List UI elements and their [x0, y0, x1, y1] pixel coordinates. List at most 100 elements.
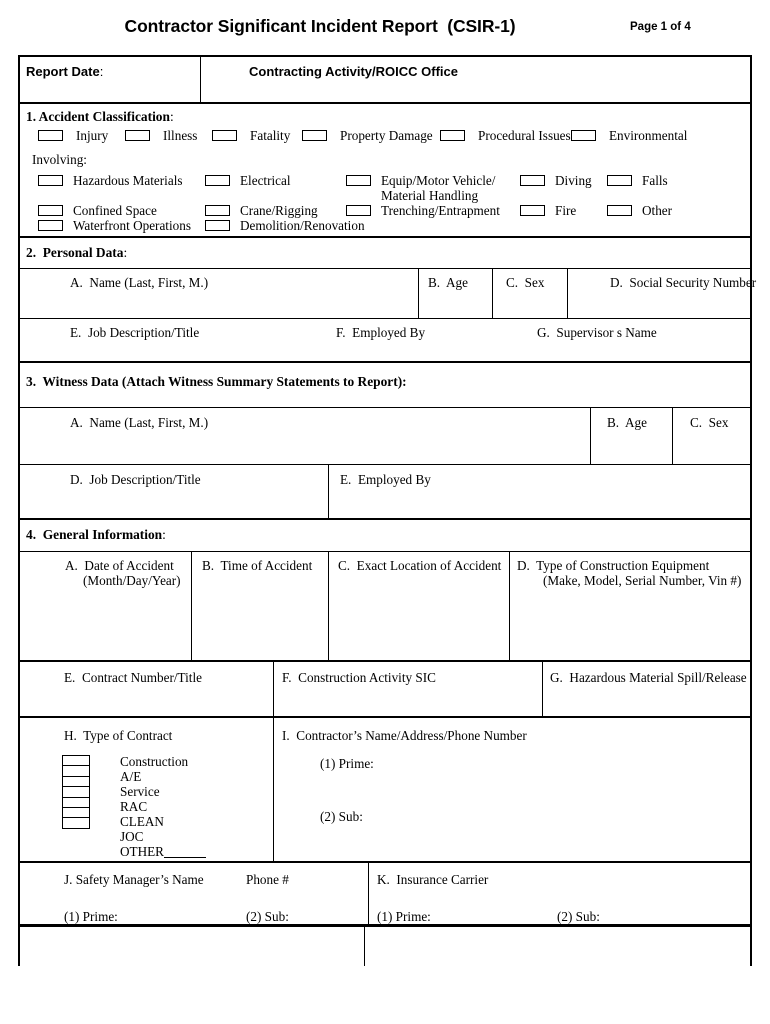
- checkbox-procedural-issues[interactable]: [440, 130, 465, 141]
- checkbox-label-property-damage: Property Damage: [340, 128, 433, 143]
- field-label-name: A. Name (Last, First, M.): [70, 275, 209, 290]
- field-label-safety-prime: (1) Prime:: [64, 909, 118, 924]
- contract-type-label-other: OTHER: [120, 844, 206, 859]
- field-label-sex: C. Sex: [506, 275, 545, 290]
- checkbox-injury[interactable]: [38, 130, 63, 141]
- section-3-row-2: D. Job Description/Title E. Employed By: [20, 465, 750, 520]
- checkbox-other-involving[interactable]: [607, 205, 632, 216]
- checkbox-fire[interactable]: [520, 205, 545, 216]
- contract-type-label-joc: JOC: [120, 829, 144, 844]
- checkbox-property-damage[interactable]: [302, 130, 327, 141]
- field-label-type-of-contract: H. Type of Contract: [64, 728, 173, 743]
- field-label-safety-manager-phone: Phone #: [246, 872, 289, 887]
- checkbox-label-fatality: Fatality: [250, 128, 291, 143]
- checkbox-confined-space[interactable]: [38, 205, 63, 216]
- section-3-header-row: 3. Witness Data (Attach Witness Summary …: [20, 363, 750, 408]
- column-divider: [418, 269, 419, 318]
- section-4-row-a: A. Date of Accident (Month/Day/Year) B. …: [20, 552, 750, 662]
- column-divider: [492, 269, 493, 318]
- field-label-date-format: (Month/Day/Year): [83, 573, 181, 588]
- column-divider: [200, 57, 201, 102]
- checkbox-demolition-renovation[interactable]: [205, 220, 230, 231]
- checkbox-label-confined-space: Confined Space: [73, 203, 157, 218]
- checkbox-label-electrical: Electrical: [240, 173, 291, 188]
- section-2-row-1: A. Name (Last, First, M.) B. Age C. Sex …: [20, 269, 756, 319]
- field-label-contract-number: E. Contract Number/Title: [64, 670, 202, 685]
- section-4-title: 4. General Information:: [26, 527, 166, 542]
- checkbox-label-fire: Fire: [555, 203, 577, 218]
- field-label-insurance-sub: (2) Sub:: [557, 909, 600, 924]
- other-write-in-line[interactable]: [163, 846, 206, 858]
- contract-type-label-clean: CLEAN: [120, 814, 164, 829]
- column-divider: [328, 465, 329, 518]
- section-4-header-row: 4. General Information:: [20, 520, 750, 552]
- checkbox-label-illness: Illness: [163, 128, 198, 143]
- checkbox-label-waterfront-operations: Waterfront Operations: [73, 218, 191, 233]
- section-1-accident-classification: 1. Accident Classification: Injury Illne…: [20, 104, 750, 238]
- field-label-time-of-accident: B. Time of Accident: [202, 558, 313, 573]
- section-4-row-e: E. Contract Number/Title F. Construction…: [20, 662, 750, 718]
- field-label-supervisor-name: G. Supervisor s Name: [537, 325, 657, 340]
- field-label-safety-sub: (2) Sub:: [246, 909, 289, 924]
- checkbox-waterfront-operations[interactable]: [38, 220, 63, 231]
- contract-type-checkbox-stack: [62, 755, 90, 830]
- field-label-employed-by: F. Employed By: [336, 325, 426, 340]
- checkbox-equip-motor-vehicle[interactable]: [346, 175, 371, 186]
- checkbox-crane-rigging[interactable]: [205, 205, 230, 216]
- field-label-safety-manager: J. Safety Manager’s Name: [64, 872, 204, 887]
- section-4-row-h: H. Type of Contract I. Contractor’s Name…: [20, 718, 750, 863]
- page-title: Contractor Significant Incident Report (…: [124, 16, 516, 36]
- field-label-witness-sex: C. Sex: [690, 415, 729, 430]
- page-header: Contractor Significant Incident Report (…: [0, 16, 770, 48]
- header-strip-row: Report Date: Contracting Activity/ROICC …: [20, 57, 750, 104]
- contract-type-label-ae: A/E: [120, 769, 142, 784]
- column-divider: [509, 552, 510, 660]
- checkbox-label-hazardous-materials: Hazardous Materials: [73, 173, 183, 188]
- column-divider: [273, 718, 274, 861]
- checkbox-label-trenching-entrapment: Trenching/Entrapment: [381, 203, 500, 218]
- checkbox-label-demolition-renovation: Demolition/Renovation: [240, 218, 365, 233]
- column-divider: [191, 552, 192, 660]
- column-divider: [672, 408, 673, 464]
- contract-type-label-rac: RAC: [120, 799, 148, 814]
- field-label-witness-name: A. Name (Last, First, M.): [70, 415, 209, 430]
- section-1-title: 1. Accident Classification:: [26, 109, 174, 124]
- contract-type-label-service: Service: [120, 784, 160, 799]
- column-divider: [590, 408, 591, 464]
- contracting-activity-label: Contracting Activity/ROICC Office: [249, 64, 458, 79]
- field-label-insurance-carrier: K. Insurance Carrier: [377, 872, 489, 887]
- section-bottom-partial-row: [20, 926, 750, 966]
- checkbox-label-procedural-issues: Procedural Issues: [478, 128, 571, 143]
- csir1-form: Report Date: Contracting Activity/ROICC …: [18, 55, 756, 966]
- field-label-contractor-name: I. Contractor’s Name/Address/Phone Numbe…: [282, 728, 527, 743]
- field-label-equipment-detail: (Make, Model, Serial Number, Vin #): [543, 573, 742, 588]
- checkbox-label-environmental: Environmental: [609, 128, 688, 143]
- section-2-row-2: E. Job Description/Title F. Employed By …: [20, 319, 750, 363]
- checkbox-hazardous-materials[interactable]: [38, 175, 63, 186]
- field-label-age: B. Age: [428, 275, 468, 290]
- checkbox-environmental[interactable]: [571, 130, 596, 141]
- column-divider: [567, 269, 568, 318]
- checkbox-trenching-entrapment[interactable]: [346, 205, 371, 216]
- checkbox-label-falls: Falls: [642, 173, 668, 188]
- checkbox-diving[interactable]: [520, 175, 545, 186]
- field-label-ssn: D. Social Security Number: [610, 275, 757, 290]
- checkbox-fatality[interactable]: [212, 130, 237, 141]
- page-number: Page 1 of 4: [630, 21, 691, 33]
- field-label-contractor-sub: (2) Sub:: [320, 809, 363, 824]
- field-label-job-description: E. Job Description/Title: [70, 325, 200, 340]
- checkbox-label-material-handling: Material Handling: [381, 188, 479, 203]
- involving-label: Involving:: [32, 152, 87, 167]
- checkbox-electrical[interactable]: [205, 175, 230, 186]
- checkbox-label-crane-rigging: Crane/Rigging: [240, 203, 318, 218]
- section-2-title: 2. Personal Data:: [26, 245, 128, 260]
- field-label-construction-equipment: D. Type of Construction Equipment: [517, 558, 710, 573]
- column-divider: [542, 662, 543, 716]
- checkbox-label-injury: Injury: [76, 128, 109, 143]
- checkbox-falls[interactable]: [607, 175, 632, 186]
- field-label-construction-sic: F. Construction Activity SIC: [282, 670, 436, 685]
- field-label-witness-employed-by: E. Employed By: [340, 472, 431, 487]
- report-date-label: Report Date:: [26, 64, 104, 79]
- checkbox-illness[interactable]: [125, 130, 150, 141]
- checkbox-contract-other[interactable]: [62, 817, 90, 830]
